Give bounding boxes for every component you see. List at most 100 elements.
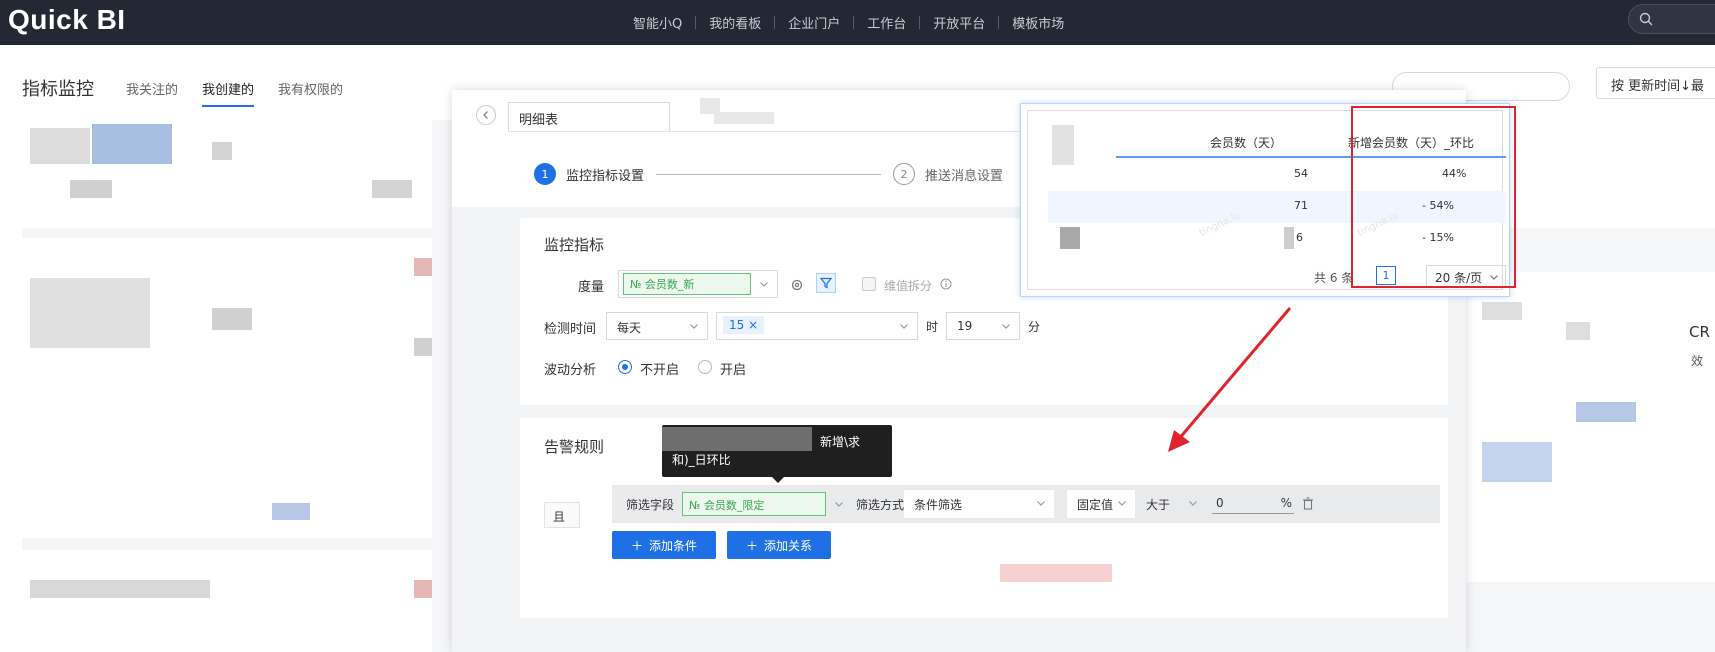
chevron-down-icon bbox=[760, 282, 768, 287]
hour-select[interactable]: 19 bbox=[946, 312, 1020, 340]
mosaic-block bbox=[1482, 302, 1522, 320]
monitor-name-input[interactable]: 明细表 bbox=[508, 102, 670, 131]
filter-button[interactable] bbox=[816, 273, 836, 293]
radio-fluct-on[interactable] bbox=[698, 360, 712, 374]
detect-time-label: 检测时间 bbox=[544, 322, 597, 337]
operator-select[interactable]: 大于 bbox=[1136, 490, 1206, 518]
step-2-badge: 2 bbox=[893, 163, 916, 185]
fluct-on-label[interactable]: 开启 bbox=[720, 359, 746, 378]
fluct-analysis-label: 波动分析 bbox=[544, 363, 597, 378]
measure-field-tag[interactable]: № 会员数_新 bbox=[623, 273, 751, 295]
metric-card[interactable] bbox=[1466, 272, 1715, 582]
mosaic-block bbox=[70, 180, 112, 198]
mosaic-block bbox=[1566, 322, 1590, 340]
settings-icon[interactable] bbox=[790, 278, 804, 292]
global-search-input[interactable] bbox=[1628, 4, 1715, 34]
chevron-down-icon bbox=[690, 324, 698, 329]
plus-icon: ＋ bbox=[745, 538, 758, 553]
mosaic-block bbox=[212, 308, 252, 330]
tab-created-by-me[interactable]: 我创建的 bbox=[202, 79, 255, 107]
mosaic-block bbox=[714, 112, 774, 124]
dim-split-checkbox[interactable] bbox=[862, 277, 876, 291]
info-icon[interactable] bbox=[940, 278, 952, 290]
nav-template-market[interactable]: 模板市场 bbox=[1012, 13, 1064, 32]
value-type-select[interactable]: 固定值 bbox=[1067, 490, 1135, 518]
filter-field-tag[interactable]: № 会员数_限定 bbox=[682, 492, 826, 516]
nav-workbench[interactable]: 工作台 bbox=[867, 13, 906, 32]
threshold-unit: % bbox=[1280, 496, 1292, 510]
pagination-total: 共 6 条 bbox=[1314, 271, 1354, 285]
mosaic-block bbox=[92, 124, 172, 164]
tab-authorized[interactable]: 我有权限的 bbox=[278, 79, 343, 107]
frequency-value: 每天 bbox=[617, 321, 642, 335]
cell-count: 71 bbox=[1294, 199, 1308, 212]
highlight-box bbox=[1351, 106, 1516, 288]
filter-field-label: 筛选字段 bbox=[626, 498, 675, 512]
threshold-value: 0 bbox=[1216, 496, 1224, 510]
mosaic-block bbox=[30, 128, 90, 164]
day-tag[interactable]: 15 × bbox=[723, 316, 765, 334]
mosaic-block bbox=[30, 580, 210, 598]
operator-value: 大于 bbox=[1146, 498, 1171, 512]
plus-icon: ＋ bbox=[630, 538, 643, 553]
radio-fluct-off[interactable] bbox=[618, 360, 632, 374]
step-indicator: 1 监控指标设置 2 推送消息设置 bbox=[534, 163, 1003, 185]
filter-method-value: 条件筛选 bbox=[914, 498, 963, 512]
mosaic-block bbox=[414, 258, 432, 276]
nav-separator bbox=[774, 16, 776, 29]
logic-select[interactable]: 且 bbox=[544, 502, 580, 528]
add-relation-button[interactable]: ＋ 添加关系 bbox=[727, 531, 831, 559]
nav-separator bbox=[853, 16, 855, 29]
condition-row: 筛选字段 № 会员数_限定 筛选方式 条件筛选 固定值 大于 0 % bbox=[612, 485, 1440, 523]
page-tabs: 我关注的 我创建的 我有权限的 bbox=[126, 79, 343, 107]
metric-card[interactable] bbox=[22, 120, 432, 228]
add-condition-button[interactable]: ＋ 添加条件 bbox=[612, 531, 716, 559]
nav-enterprise-portal[interactable]: 企业门户 bbox=[788, 13, 840, 32]
delete-icon[interactable] bbox=[1302, 497, 1314, 510]
mosaic-block bbox=[414, 580, 432, 598]
chevron-down-icon[interactable] bbox=[834, 499, 844, 509]
mosaic-block bbox=[30, 278, 150, 348]
section-title: 监控指标 bbox=[544, 236, 605, 254]
cell-count: 54 bbox=[1294, 167, 1308, 180]
dim-split-label: 维值拆分 bbox=[884, 279, 933, 293]
annotation-arrow bbox=[1168, 307, 1292, 452]
nav-my-boards[interactable]: 我的看板 bbox=[709, 13, 761, 32]
card-metric-sublabel: 效 bbox=[1691, 354, 1704, 368]
chevron-left-icon bbox=[483, 111, 488, 119]
back-button[interactable] bbox=[476, 105, 496, 125]
hour-label: 时 bbox=[926, 320, 939, 334]
threshold-input[interactable]: 0 % bbox=[1212, 494, 1294, 514]
filter-method-select[interactable]: 条件筛选 bbox=[904, 490, 1054, 518]
metric-card[interactable] bbox=[22, 238, 432, 538]
add-relation-label: 添加关系 bbox=[764, 538, 813, 553]
filter-icon bbox=[820, 277, 832, 289]
sort-dropdown[interactable]: 按 更新时间↓最 bbox=[1596, 67, 1715, 99]
mosaic-block bbox=[662, 427, 812, 451]
nav-separator bbox=[998, 16, 1000, 29]
frequency-select[interactable]: 每天 bbox=[606, 312, 708, 340]
fluct-off-label[interactable]: 不开启 bbox=[640, 359, 679, 378]
logic-value: 且 bbox=[553, 510, 566, 524]
nav-separator bbox=[695, 16, 697, 29]
quick-bi-logo[interactable]: Quick BI bbox=[8, 4, 126, 36]
mosaic-block bbox=[414, 338, 432, 356]
nav-open-platform[interactable]: 开放平台 bbox=[933, 13, 985, 32]
column-header-count: 会员数（天） bbox=[1210, 136, 1283, 150]
nav-separator bbox=[919, 16, 921, 29]
add-condition-label: 添加条件 bbox=[649, 538, 698, 553]
mosaic-block bbox=[1000, 564, 1112, 582]
mosaic-block bbox=[1060, 227, 1080, 249]
chevron-down-icon bbox=[1002, 324, 1010, 329]
step-2-label[interactable]: 推送消息设置 bbox=[925, 165, 1003, 184]
chevron-down-icon bbox=[1118, 501, 1126, 506]
search-icon bbox=[1639, 12, 1653, 26]
metric-card[interactable] bbox=[22, 550, 432, 652]
day-select[interactable]: 15 × bbox=[716, 312, 918, 340]
step-1-label[interactable]: 监控指标设置 bbox=[566, 165, 644, 184]
mosaic-block bbox=[272, 503, 310, 520]
chevron-down-icon bbox=[1037, 501, 1045, 506]
tab-following[interactable]: 我关注的 bbox=[126, 79, 178, 107]
mosaic-block bbox=[1576, 402, 1636, 422]
nav-smart-q[interactable]: 智能小Q bbox=[633, 13, 682, 32]
